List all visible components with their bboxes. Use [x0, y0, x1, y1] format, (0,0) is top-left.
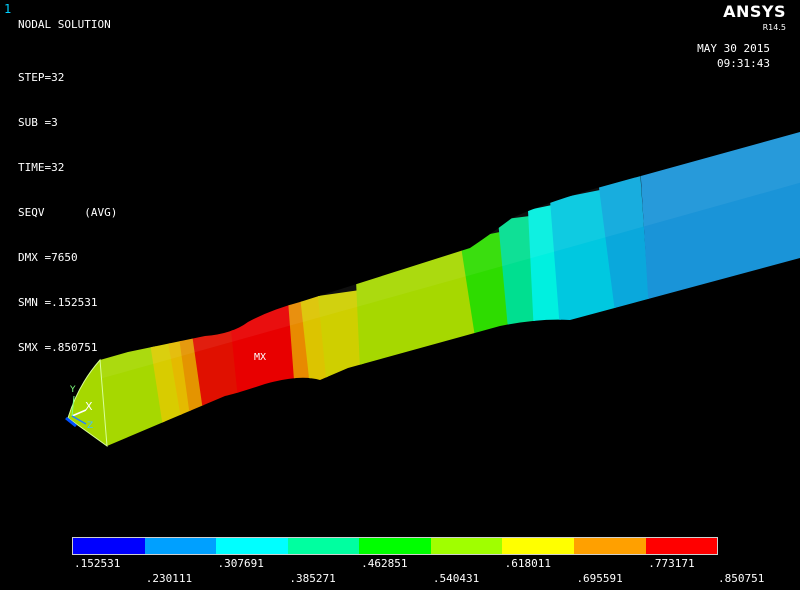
legend-swatch	[144, 538, 217, 554]
triad-x-label: X	[85, 400, 93, 413]
legend-tick-label: .385271	[289, 572, 336, 585]
legend-swatch	[216, 538, 288, 554]
shaft-body	[68, 132, 800, 446]
model-viewport[interactable]: MX X Y Z	[0, 0, 800, 535]
legend-swatch	[645, 538, 718, 554]
legend-swatch	[573, 538, 646, 554]
legend-swatch	[502, 538, 574, 554]
triad-y-label: Y	[69, 385, 76, 395]
legend-swatch	[430, 538, 503, 554]
legend-tick-label: .307691	[217, 557, 264, 570]
legend-tick-label: .773171	[648, 557, 695, 570]
legend-tick-label: .695591	[576, 572, 623, 585]
legend-tick-label: .152531	[74, 557, 121, 570]
contour-legend	[72, 537, 718, 555]
legend-swatch	[73, 538, 145, 554]
legend-swatch	[287, 538, 360, 554]
legend-tick-label: .462851	[361, 557, 408, 570]
max-marker: MX	[254, 352, 266, 363]
legend-tick-label: .230111	[145, 572, 193, 585]
legend-tick-label: .540431	[432, 572, 480, 585]
legend-swatch	[359, 538, 431, 554]
legend-tick-label: .850751	[718, 572, 765, 585]
legend-tick-label: .618011	[504, 557, 552, 570]
triad-z-label: Z	[87, 421, 93, 431]
